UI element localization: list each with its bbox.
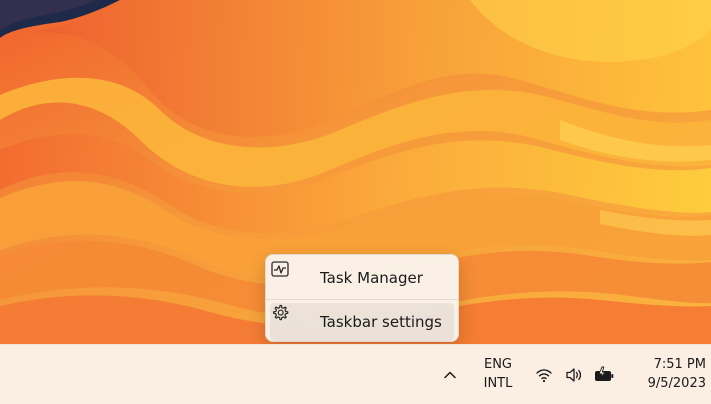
desktop-wallpaper: Task Manager Taskbar settings <box>0 0 711 344</box>
wifi-icon[interactable] <box>532 363 556 387</box>
gear-icon <box>273 304 304 332</box>
menu-item-label: Taskbar settings <box>320 313 442 331</box>
clock-time: 7:51 PM <box>653 357 706 372</box>
chevron-up-icon[interactable] <box>438 363 462 387</box>
menu-item-taskbar-settings[interactable]: Taskbar settings <box>270 303 454 341</box>
menu-item-task-manager[interactable]: Task Manager <box>270 259 454 297</box>
taskbar[interactable]: ENG INTL 7:51 PM 9/5/2023 <box>0 344 711 404</box>
keyboard-layout: INTL <box>483 376 513 391</box>
menu-item-label: Task Manager <box>320 269 423 287</box>
system-tray[interactable] <box>532 363 616 387</box>
speaker-icon[interactable] <box>562 363 586 387</box>
clock-date: 9/5/2023 <box>647 376 706 391</box>
clock[interactable]: 7:51 PM 9/5/2023 <box>626 355 706 393</box>
language-code: ENG <box>483 357 512 372</box>
language-indicator[interactable]: ENG INTL <box>476 355 520 393</box>
menu-divider <box>266 299 458 300</box>
battery-charging-icon[interactable] <box>592 363 616 387</box>
taskbar-context-menu: Task Manager Taskbar settings <box>265 254 459 342</box>
task-manager-icon <box>271 261 304 288</box>
